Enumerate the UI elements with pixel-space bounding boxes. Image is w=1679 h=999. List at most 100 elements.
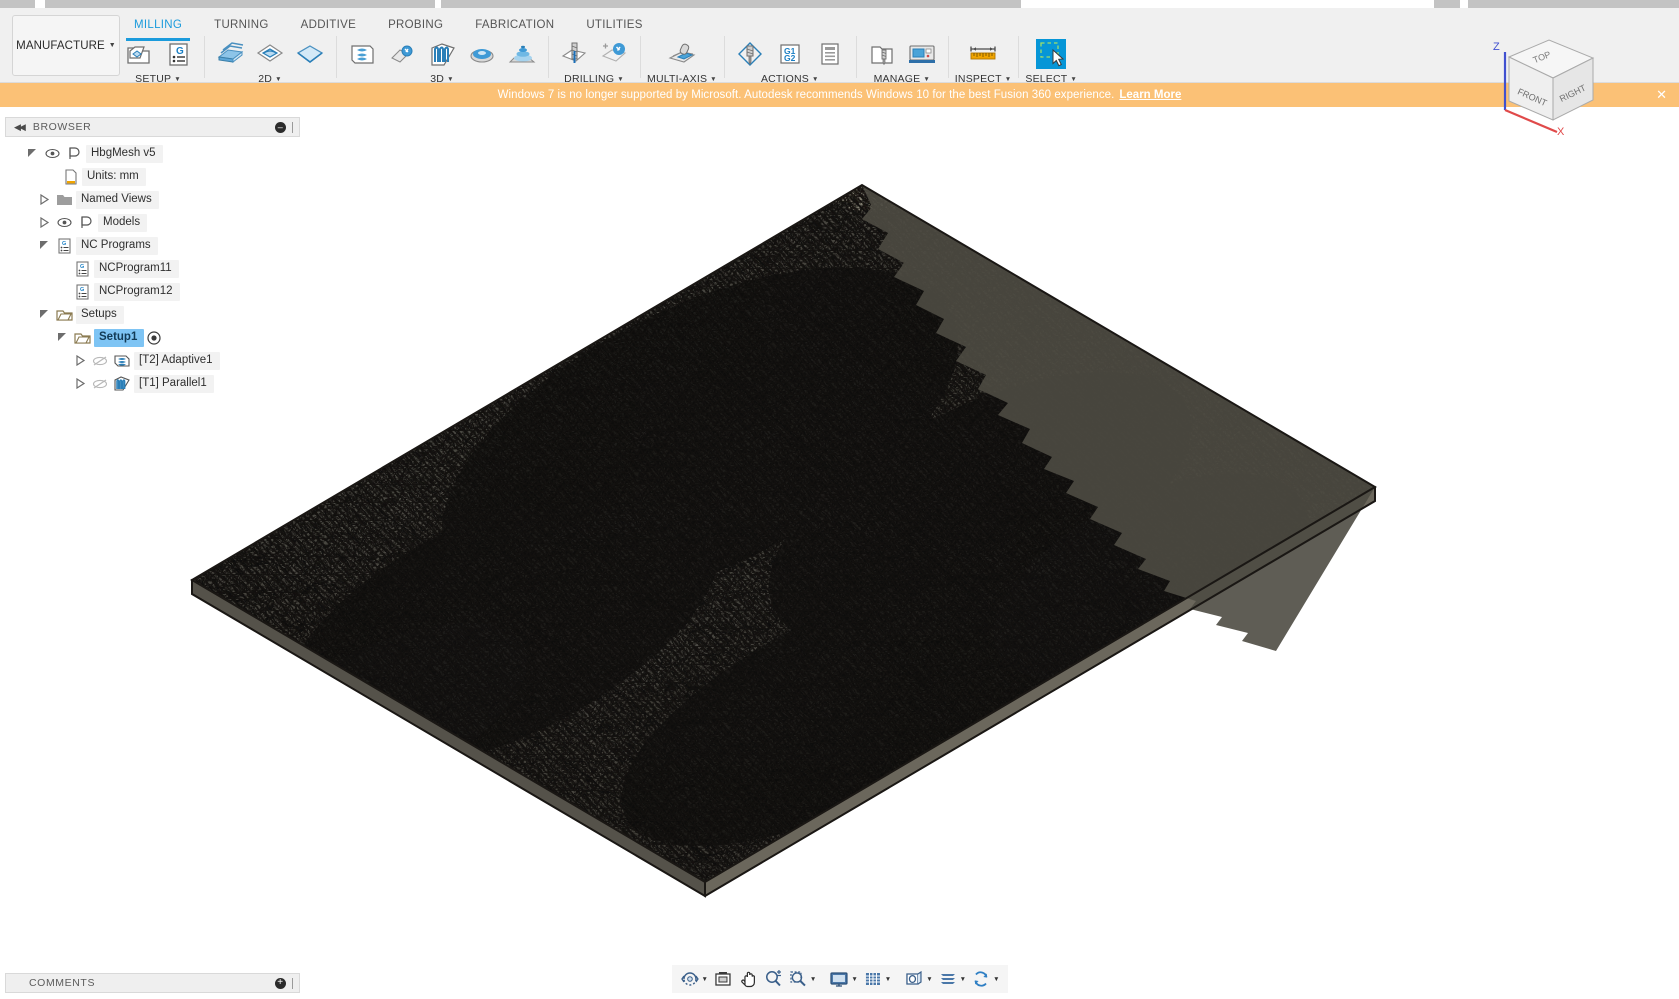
setup-folder-icon[interactable] bbox=[119, 36, 157, 72]
zoom-window-icon[interactable]: ▼ bbox=[786, 967, 818, 991]
machine-library-icon[interactable] bbox=[903, 36, 941, 72]
post-process-icon[interactable]: G1 G2 bbox=[771, 36, 809, 72]
comments-panel: COMMENTS + bbox=[5, 973, 300, 993]
tree-row-hbgmesh[interactable]: HbgMesh v5 bbox=[5, 142, 300, 165]
window-chrome-strip bbox=[0, 0, 1679, 8]
visibility-eye-icon[interactable] bbox=[53, 217, 75, 228]
tree-row-named-views[interactable]: Named Views bbox=[5, 188, 300, 211]
add-comment-icon[interactable]: + bbox=[275, 977, 286, 989]
svg-text:G: G bbox=[80, 264, 84, 270]
parallel-icon[interactable] bbox=[423, 36, 461, 72]
tree-row-models[interactable]: Models bbox=[5, 211, 300, 234]
contour-2d-icon[interactable] bbox=[291, 36, 329, 72]
activate-setup-icon[interactable] bbox=[144, 330, 164, 345]
chevron-down-icon: ▼ bbox=[993, 975, 1000, 983]
expander-expanded-icon[interactable] bbox=[53, 332, 71, 343]
navigation-bar: ▼ ▼ ▼ ▼ ▼ ▼ ▼ bbox=[671, 965, 1008, 993]
measure-icon[interactable] bbox=[964, 36, 1002, 72]
drill-icon[interactable] bbox=[555, 36, 593, 72]
bore-icon[interactable] bbox=[595, 36, 633, 72]
svg-text:G: G bbox=[80, 287, 84, 293]
expander-expanded-icon[interactable] bbox=[23, 148, 41, 159]
ribbon-group-setup: G SETUP ▼ bbox=[112, 34, 204, 88]
notification-banner: Windows 7 is no longer supported by Micr… bbox=[0, 83, 1679, 107]
visibility-off-icon[interactable] bbox=[89, 378, 111, 390]
ribbon-group-manage: MANAGE ▼ bbox=[855, 34, 948, 88]
tree-label: HbgMesh v5 bbox=[86, 144, 163, 163]
scallop-icon[interactable] bbox=[463, 36, 501, 72]
expander-expanded-icon[interactable] bbox=[35, 240, 53, 251]
tree-row-adaptive1[interactable]: [T2] Adaptive1 bbox=[5, 349, 300, 372]
component-icon bbox=[75, 215, 97, 230]
ribbon-toolbar: MANUFACTURE ▼ MILLING TURNING ADDITIVE P… bbox=[0, 8, 1679, 85]
tree-row-setups[interactable]: Setups bbox=[5, 303, 300, 326]
expander-collapsed-icon[interactable] bbox=[35, 217, 53, 228]
tree-row-nc-programs[interactable]: G NC Programs bbox=[5, 234, 300, 257]
orbit-icon[interactable]: ▼ bbox=[677, 967, 709, 991]
chevron-down-icon: ▼ bbox=[809, 975, 817, 983]
banner-message: Windows 7 is no longer supported by Micr… bbox=[497, 89, 1115, 101]
tree-row-parallel1[interactable]: [T1] Parallel1 bbox=[5, 372, 300, 395]
folder-gray-icon bbox=[53, 193, 75, 206]
tree-row-setup1[interactable]: Setup1 bbox=[5, 326, 300, 349]
setup-folder-icon bbox=[71, 331, 93, 345]
chevron-down-icon: ▼ bbox=[926, 975, 933, 983]
face-icon[interactable] bbox=[211, 36, 249, 72]
setup-sheet-icon[interactable] bbox=[811, 36, 849, 72]
spiral-icon[interactable] bbox=[503, 36, 541, 72]
panel-grip[interactable] bbox=[292, 977, 293, 989]
chevron-down-icon: ▼ bbox=[851, 975, 858, 983]
chevron-down-icon: ▼ bbox=[923, 76, 930, 83]
pan-icon[interactable] bbox=[736, 967, 760, 991]
chevron-down-icon: ▼ bbox=[710, 76, 717, 83]
tree-row-ncprogram11[interactable]: G NCProgram11 bbox=[5, 257, 300, 280]
zoom-icon[interactable] bbox=[761, 967, 785, 991]
svg-text:G: G bbox=[176, 46, 184, 57]
close-icon[interactable]: ✕ bbox=[1656, 87, 1667, 102]
refresh-icon[interactable]: ▼ bbox=[969, 967, 1001, 991]
workspace-switcher[interactable]: MANUFACTURE ▼ bbox=[12, 15, 120, 76]
minimize-icon[interactable]: – bbox=[275, 121, 286, 133]
browser-title: BROWSER bbox=[32, 121, 92, 133]
tree-row-ncprogram12[interactable]: G NCProgram12 bbox=[5, 280, 300, 303]
expander-collapsed-icon[interactable] bbox=[35, 194, 53, 205]
visibility-eye-icon[interactable] bbox=[41, 148, 63, 159]
tree-label: Setups bbox=[76, 305, 124, 324]
display-settings-icon[interactable]: ▼ bbox=[827, 967, 859, 991]
pocket-2d-icon[interactable] bbox=[251, 36, 289, 72]
ribbon-groups: G SETUP ▼ 2D ▼ 3D ▼ DRILLING ▼ MULTI-AXI… bbox=[112, 34, 1084, 88]
tree-label-selected: Setup1 bbox=[94, 328, 145, 347]
learn-more-link[interactable]: Learn More bbox=[1119, 89, 1181, 101]
grid-snaps-icon[interactable]: ▼ bbox=[861, 967, 893, 991]
adaptive-clearing-icon[interactable] bbox=[343, 36, 381, 72]
nc-list-icon: G bbox=[71, 283, 93, 300]
chevron-down-icon: ▼ bbox=[959, 975, 967, 983]
simulate-icon[interactable] bbox=[731, 36, 769, 72]
nc-list-icon: G bbox=[53, 237, 75, 254]
expander-expanded-icon[interactable] bbox=[35, 309, 53, 320]
tree-label: Models bbox=[98, 213, 148, 232]
select-box-icon[interactable] bbox=[1032, 36, 1070, 72]
layout-grid-icon[interactable]: ▼ bbox=[936, 967, 968, 991]
viewports-icon[interactable]: ▼ bbox=[902, 967, 934, 991]
view-cube[interactable]: Z X TOP FRONT RIGHT bbox=[1487, 18, 1617, 138]
ribbon-group-actions: G1 G2 ACTIONS ▼ bbox=[723, 34, 856, 88]
tree-label: NCProgram12 bbox=[94, 282, 180, 301]
pocket-clearing-icon[interactable] bbox=[383, 36, 421, 72]
component-icon bbox=[63, 146, 85, 161]
tool-library-icon[interactable] bbox=[863, 36, 901, 72]
swarf-icon[interactable] bbox=[663, 36, 701, 72]
visibility-off-icon[interactable] bbox=[89, 355, 111, 367]
tree-label: Units: mm bbox=[82, 167, 146, 186]
ribbon-group-select: SELECT ▼ bbox=[1018, 34, 1084, 88]
collapse-icon[interactable]: ◀◀ bbox=[14, 122, 26, 133]
setup-folder-icon bbox=[53, 308, 75, 322]
expander-collapsed-icon[interactable] bbox=[71, 378, 89, 389]
expander-collapsed-icon[interactable] bbox=[71, 355, 89, 366]
panel-grip[interactable] bbox=[292, 121, 293, 133]
tree-label: Named Views bbox=[76, 190, 159, 209]
tree-row-units[interactable]: Units: mm bbox=[5, 165, 300, 188]
look-at-icon[interactable] bbox=[711, 967, 735, 991]
ribbon-group-drilling: DRILLING ▼ bbox=[548, 34, 640, 88]
nc-program-icon[interactable]: G bbox=[159, 36, 197, 72]
